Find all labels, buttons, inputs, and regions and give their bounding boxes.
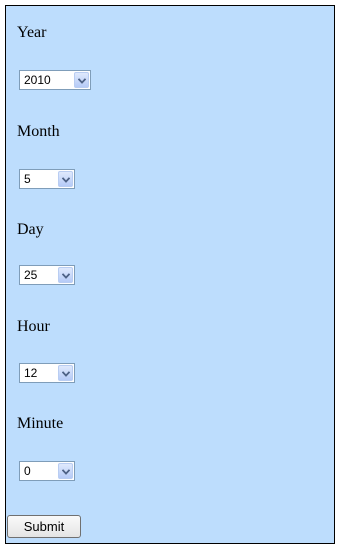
submit-button[interactable]: Submit <box>7 515 81 538</box>
chevron-down-icon[interactable] <box>58 365 73 381</box>
year-select[interactable]: 2010 <box>19 70 91 90</box>
year-label: Year <box>17 24 47 41</box>
day-select[interactable]: 25 <box>19 265 75 285</box>
month-value: 5 <box>24 172 31 186</box>
hour-value: 12 <box>24 366 38 380</box>
minute-select[interactable]: 0 <box>19 461 75 481</box>
chevron-down-icon[interactable] <box>58 463 73 479</box>
minute-label: Minute <box>17 415 64 432</box>
chevron-down-icon[interactable] <box>74 72 89 88</box>
month-label: Month <box>17 123 60 140</box>
day-label: Day <box>17 221 44 238</box>
chevron-down-icon[interactable] <box>58 171 73 187</box>
hour-select[interactable]: 12 <box>19 363 75 383</box>
year-value: 2010 <box>24 73 51 87</box>
hour-label: Hour <box>17 318 50 335</box>
day-value: 25 <box>24 268 38 282</box>
minute-value: 0 <box>24 464 31 478</box>
chevron-down-icon[interactable] <box>58 267 73 283</box>
month-select[interactable]: 5 <box>19 169 75 189</box>
date-form: Year 2010 Month 5 Day 25 Hour 12 Minute … <box>5 5 335 544</box>
